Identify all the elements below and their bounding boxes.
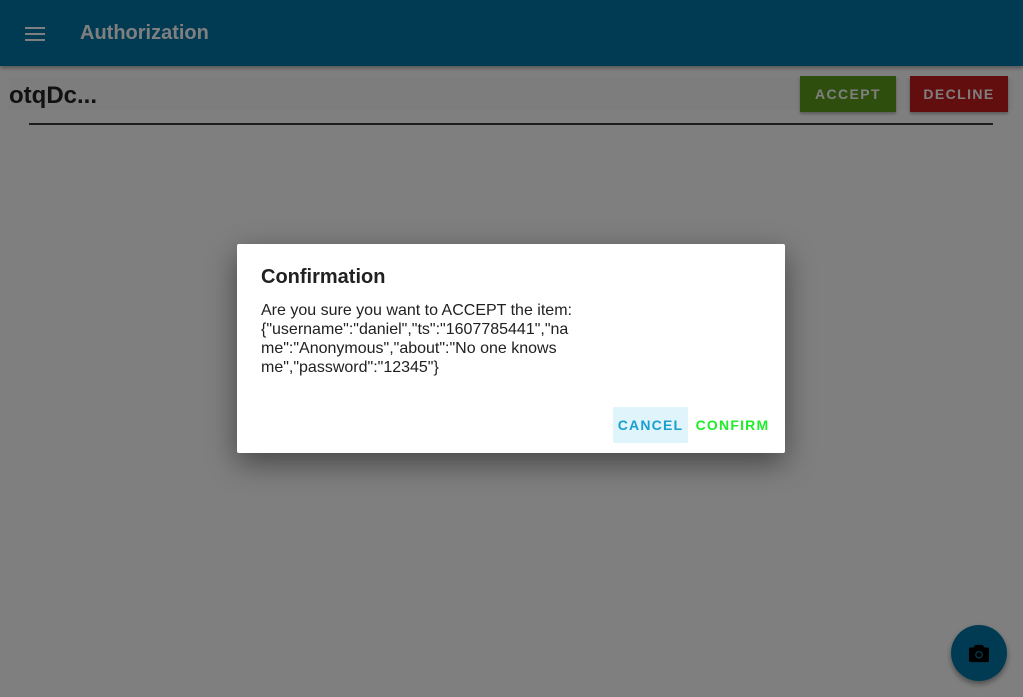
cancel-button[interactable]: CANCEL	[613, 407, 688, 443]
confirm-button[interactable]: CONFIRM	[692, 407, 773, 443]
confirmation-dialog: Confirmation Are you sure you want to AC…	[237, 244, 785, 453]
dialog-message: Are you sure you want to ACCEPT the item…	[261, 302, 572, 376]
dialog-title: Confirmation	[261, 266, 386, 288]
